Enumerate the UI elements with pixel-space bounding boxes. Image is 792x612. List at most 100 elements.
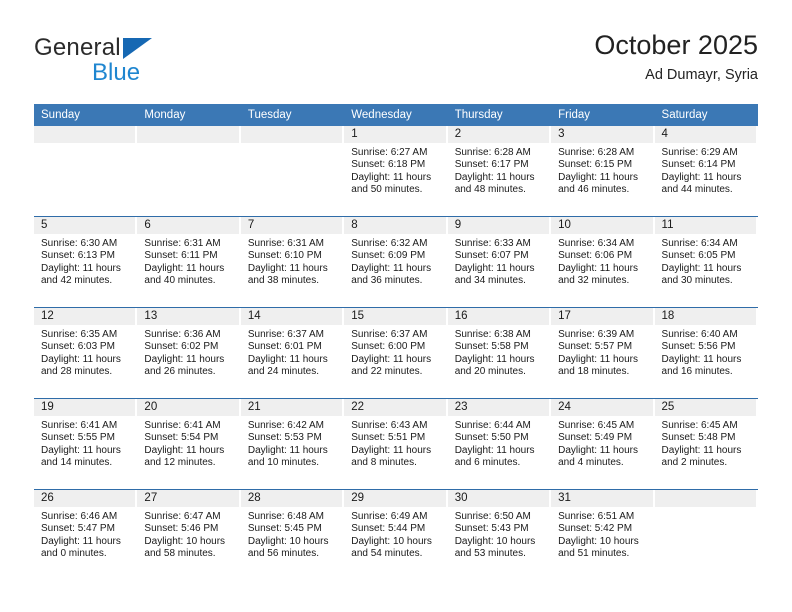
day-cell[interactable]: 3 Sunrise: 6:28 AM Sunset: 6:15 PM Daylight… xyxy=(551,126,655,216)
day-cell[interactable]: 19 Sunrise: 6:41 AM Sunset: 5:55 PM Dayligh… xyxy=(34,399,138,489)
sunrise-text: Sunrise: 6:44 AM xyxy=(454,420,531,431)
daylight-text-line1: Daylight: 11 hours xyxy=(351,353,432,365)
sunset-text: Sunset: 5:45 PM xyxy=(247,523,322,535)
day-number: 13 xyxy=(144,310,158,322)
page-title: October 2025 xyxy=(594,30,758,60)
calendar-page: General Blue October 2025 Ad Dumayr, Syr… xyxy=(0,0,792,612)
day-cell[interactable]: 14 Sunrise: 6:37 AM Sunset: 6:01 PM Dayligh… xyxy=(240,308,345,398)
day-sun-info: Sunrise: 6:27 AM Sunset: 6:18 PM Daylight:… xyxy=(344,143,447,197)
day-number-band: 5 xyxy=(34,217,136,234)
general-blue-logo: General Blue xyxy=(34,34,254,90)
day-sun-info: Sunrise: 6:36 AM Sunset: 6:02 PM Daylight:… xyxy=(137,325,240,379)
daylight-text-line1: Daylight: 11 hours xyxy=(247,444,328,456)
day-cell[interactable]: 25 Sunrise: 6:45 AM Sunset: 5:48 PM Dayligh… xyxy=(654,399,758,489)
day-number-band: 20 xyxy=(137,399,239,416)
day-number-band: 22 xyxy=(344,399,446,416)
daylight-text-line2: and 56 minutes. xyxy=(247,548,320,560)
sunrise-text: Sunrise: 6:42 AM xyxy=(247,420,324,431)
sunset-text: Sunset: 6:15 PM xyxy=(558,159,633,171)
day-cell[interactable]: 7 Sunrise: 6:31 AM Sunset: 6:10 PM Daylight… xyxy=(240,217,345,307)
day-cell[interactable]: 8 Sunrise: 6:32 AM Sunset: 6:09 PM Daylight… xyxy=(344,217,448,307)
sunset-text: Sunset: 5:46 PM xyxy=(144,523,219,535)
sunrise-text: Sunrise: 6:29 AM xyxy=(661,147,738,158)
day-cell[interactable]: 28 Sunrise: 6:48 AM Sunset: 5:45 PM Dayligh… xyxy=(240,490,345,580)
day-cell[interactable]: 31 Sunrise: 6:51 AM Sunset: 5:42 PM Dayligh… xyxy=(551,490,655,580)
day-number-band: 11 xyxy=(654,217,756,234)
sunrise-text: Sunrise: 6:34 AM xyxy=(661,238,738,249)
sunrise-text: Sunrise: 6:48 AM xyxy=(247,511,324,522)
sunrise-text: Sunrise: 6:46 AM xyxy=(41,511,118,522)
day-cell[interactable]: 21 Sunrise: 6:42 AM Sunset: 5:53 PM Dayligh… xyxy=(240,399,345,489)
day-cell[interactable]: 11 Sunrise: 6:34 AM Sunset: 6:05 PM Dayligh… xyxy=(654,217,758,307)
day-number: 4 xyxy=(661,128,668,140)
daylight-text-line1: Daylight: 11 hours xyxy=(454,171,535,183)
daylight-text-line2: and 24 minutes. xyxy=(247,366,320,378)
sunrise-text: Sunrise: 6:31 AM xyxy=(247,238,324,249)
sunset-text: Sunset: 5:57 PM xyxy=(558,341,633,353)
sunrise-text: Sunrise: 6:35 AM xyxy=(41,329,118,340)
day-number: 30 xyxy=(454,492,468,504)
daylight-text-line2: and 26 minutes. xyxy=(144,366,216,378)
day-cell[interactable]: 22 Sunrise: 6:43 AM Sunset: 5:51 PM Dayligh… xyxy=(344,399,448,489)
day-number: 8 xyxy=(351,219,358,231)
day-number: 23 xyxy=(454,401,468,413)
day-cell[interactable]: 4 Sunrise: 6:29 AM Sunset: 6:14 PM Daylight… xyxy=(654,126,758,216)
sunset-text: Sunset: 6:11 PM xyxy=(144,250,218,262)
day-sun-info: Sunrise: 6:34 AM Sunset: 6:06 PM Daylight:… xyxy=(551,234,654,288)
day-cell[interactable]: 13 Sunrise: 6:36 AM Sunset: 6:02 PM Dayligh… xyxy=(137,308,241,398)
weekday-header-saturday: Saturday xyxy=(661,109,708,121)
day-sun-info: Sunrise: 6:43 AM Sunset: 5:51 PM Daylight:… xyxy=(344,416,447,470)
day-cell[interactable]: 24 Sunrise: 6:45 AM Sunset: 5:49 PM Dayligh… xyxy=(551,399,655,489)
day-cell[interactable]: 5 Sunrise: 6:30 AM Sunset: 6:13 PM Daylight… xyxy=(34,217,138,307)
daylight-text-line1: Daylight: 11 hours xyxy=(351,171,432,183)
page-header: General Blue October 2025 Ad Dumayr, Syr… xyxy=(34,28,758,90)
day-cell[interactable]: 30 Sunrise: 6:50 AM Sunset: 5:43 PM Dayligh… xyxy=(447,490,552,580)
day-cell[interactable]: 26 Sunrise: 6:46 AM Sunset: 5:47 PM Dayligh… xyxy=(34,490,138,580)
day-cell[interactable]: 2 Sunrise: 6:28 AM Sunset: 6:17 PM Daylight… xyxy=(447,126,552,216)
daylight-text-line2: and 34 minutes. xyxy=(454,275,526,287)
day-cell[interactable]: 6 Sunrise: 6:31 AM Sunset: 6:11 PM Daylight… xyxy=(137,217,241,307)
day-number: 18 xyxy=(661,310,675,322)
sunset-text: Sunset: 6:06 PM xyxy=(558,250,633,262)
day-number: 15 xyxy=(351,310,365,322)
day-number: 17 xyxy=(558,310,571,322)
sunset-text: Sunset: 5:54 PM xyxy=(144,432,219,444)
day-number-band: 30 xyxy=(447,490,550,507)
day-cell[interactable]: 20 Sunrise: 6:41 AM Sunset: 5:54 PM Dayligh… xyxy=(137,399,241,489)
day-cell[interactable]: 27 Sunrise: 6:47 AM Sunset: 5:46 PM Dayligh… xyxy=(137,490,241,580)
day-number-band: 23 xyxy=(447,399,550,416)
daylight-text-line2: and 32 minutes. xyxy=(558,275,630,287)
daylight-text-line2: and 40 minutes. xyxy=(144,275,216,287)
calendar-week-row: 5 Sunrise: 6:30 AM Sunset: 6:13 PM Daylight… xyxy=(34,216,758,307)
day-number: 5 xyxy=(41,219,48,231)
day-number-band: 14 xyxy=(240,308,343,325)
day-number: 12 xyxy=(41,310,54,322)
day-number-band: 15 xyxy=(344,308,446,325)
calendar-week-row: 26 Sunrise: 6:46 AM Sunset: 5:47 PM Dayligh… xyxy=(34,489,758,580)
day-number-band: 7 xyxy=(240,217,343,234)
day-cell[interactable]: 9 Sunrise: 6:33 AM Sunset: 6:07 PM Daylight… xyxy=(447,217,552,307)
day-sun-info: Sunrise: 6:46 AM Sunset: 5:47 PM Daylight:… xyxy=(34,507,137,561)
day-cell[interactable]: 10 Sunrise: 6:34 AM Sunset: 6:06 PM Dayligh… xyxy=(551,217,655,307)
day-cell[interactable]: 18 Sunrise: 6:40 AM Sunset: 5:56 PM Dayligh… xyxy=(654,308,758,398)
day-cell[interactable]: 16 Sunrise: 6:38 AM Sunset: 5:58 PM Dayligh… xyxy=(447,308,552,398)
day-cell[interactable]: 12 Sunrise: 6:35 AM Sunset: 6:03 PM Dayligh… xyxy=(34,308,138,398)
day-cell[interactable]: 29 Sunrise: 6:49 AM Sunset: 5:44 PM Dayligh… xyxy=(344,490,448,580)
day-cell-empty xyxy=(34,126,138,216)
day-cell[interactable]: 1 Sunrise: 6:27 AM Sunset: 6:18 PM Daylight… xyxy=(344,126,448,216)
daylight-text-line1: Daylight: 11 hours xyxy=(247,353,328,365)
day-cell[interactable]: 15 Sunrise: 6:37 AM Sunset: 6:00 PM Dayligh… xyxy=(344,308,448,398)
daylight-text-line2: and 28 minutes. xyxy=(41,366,113,378)
daylight-text-line2: and 2 minutes. xyxy=(661,457,728,469)
day-cell[interactable]: 23 Sunrise: 6:44 AM Sunset: 5:50 PM Dayligh… xyxy=(447,399,552,489)
day-number-band: 10 xyxy=(551,217,653,234)
day-sun-info: Sunrise: 6:42 AM Sunset: 5:53 PM Daylight:… xyxy=(241,416,344,470)
day-number-band: 9 xyxy=(447,217,550,234)
daylight-text-line2: and 36 minutes. xyxy=(351,275,423,287)
day-sun-info: Sunrise: 6:28 AM Sunset: 6:15 PM Daylight:… xyxy=(551,143,654,197)
day-cell[interactable]: 17 Sunrise: 6:39 AM Sunset: 5:57 PM Dayligh… xyxy=(551,308,655,398)
daylight-text-line1: Daylight: 10 hours xyxy=(351,535,432,547)
daylight-text-line2: and 58 minutes. xyxy=(144,548,216,560)
daylight-text-line1: Daylight: 11 hours xyxy=(558,353,638,365)
sunset-text: Sunset: 5:48 PM xyxy=(661,432,736,444)
